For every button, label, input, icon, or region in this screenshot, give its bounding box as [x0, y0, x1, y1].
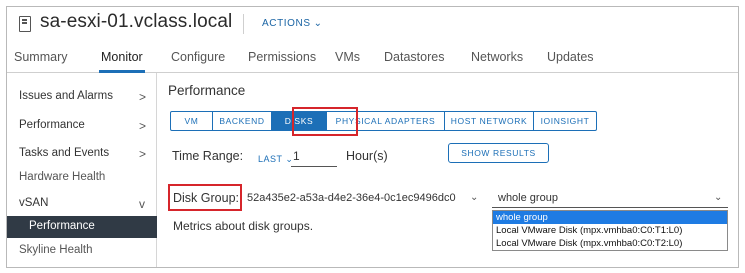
view-ioinsight-button[interactable]: IOINSIGHT: [534, 112, 596, 130]
sidebar-item-hardware-health[interactable]: Hardware Health: [19, 171, 105, 183]
sidebar-item-label: Performance: [29, 220, 95, 232]
sidebar-item-label: Performance: [19, 119, 85, 131]
disk-group-select[interactable]: 52a435e2-a53a-d4e2-36e4-0c1ec9496dc0 ⌄: [247, 188, 484, 208]
chevron-down-icon: v: [139, 197, 145, 211]
chevron-down-icon: ⌄: [313, 18, 323, 29]
view-host-network-button[interactable]: HOST NETWORK: [445, 112, 534, 130]
view-backend-button[interactable]: BACKEND: [213, 112, 272, 130]
sidebar-item-vsan-performance[interactable]: Performance: [7, 216, 157, 238]
page-title: Performance: [168, 83, 246, 98]
actions-label: ACTIONS: [262, 18, 311, 29]
host-server-icon: [19, 16, 31, 32]
tab-summary[interactable]: Summary: [14, 50, 67, 64]
metrics-description: Metrics about disk groups.: [173, 219, 314, 233]
tab-vms[interactable]: VMs: [335, 50, 360, 64]
time-range-mode-value: LAST: [258, 154, 283, 164]
time-range-value-input[interactable]: 1: [291, 148, 337, 167]
show-results-button[interactable]: SHOW RESULTS: [448, 143, 549, 163]
actions-menu-button[interactable]: ACTIONS ⌄: [262, 18, 323, 29]
view-physical-adapters-button[interactable]: PHYSICAL ADAPTERS: [327, 112, 445, 130]
chevron-right-icon: >: [139, 90, 147, 104]
chevron-right-icon: >: [139, 147, 147, 161]
view-vm-button[interactable]: VM: [171, 112, 213, 130]
view-disks-button[interactable]: DISKS: [272, 112, 327, 130]
tab-datastores[interactable]: Datastores: [384, 50, 444, 64]
disk-group-value: 52a435e2-a53a-d4e2-36e4-0c1ec9496dc0: [247, 192, 456, 204]
sidebar-item-skyline-health[interactable]: Skyline Health: [19, 244, 93, 256]
header-divider: [243, 14, 244, 34]
disk-filter-dropdown: whole group Local VMware Disk (mpx.vmhba…: [492, 210, 728, 251]
disk-filter-select[interactable]: whole group ⌄: [492, 188, 728, 208]
dropdown-option-whole-group[interactable]: whole group: [493, 211, 727, 224]
sidebar-item-label: Issues and Alarms: [19, 90, 113, 102]
time-range-label: Time Range:: [172, 149, 244, 163]
tab-permissions[interactable]: Permissions: [248, 50, 316, 64]
view-selector: VM BACKEND DISKS PHYSICAL ADAPTERS HOST …: [170, 111, 597, 131]
tab-monitor[interactable]: Monitor: [99, 50, 145, 73]
sidebar-item-label: Tasks and Events: [19, 147, 110, 159]
performance-panel: Performance VM BACKEND DISKS PHYSICAL AD…: [158, 73, 738, 267]
chevron-down-icon: ⌄: [470, 192, 479, 203]
time-range-unit-select[interactable]: Hour(s): [346, 149, 388, 163]
dropdown-option-disk-t2[interactable]: Local VMware Disk (mpx.vmhba0:C0:T2:L0): [493, 237, 727, 250]
object-tabs: Summary Monitor Configure Permissions VM…: [7, 41, 738, 73]
sidebar-item-tasks-and-events[interactable]: Tasks and Events >: [7, 147, 157, 161]
chevron-down-icon: ⌄: [714, 192, 723, 203]
chevron-right-icon: >: [139, 119, 147, 133]
disk-group-label: Disk Group:: [173, 191, 239, 205]
sidebar-item-issues-and-alarms[interactable]: Issues and Alarms >: [7, 90, 157, 104]
dropdown-option-disk-t1[interactable]: Local VMware Disk (mpx.vmhba0:C0:T1:L0): [493, 224, 727, 237]
sidebar-item-label: vSAN: [19, 197, 49, 209]
monitor-sidebar: Issues and Alarms > Performance > Tasks …: [7, 73, 157, 267]
sidebar-group-vsan[interactable]: vSAN v: [7, 197, 157, 211]
host-title: sa-esxi-01.vclass.local: [40, 11, 233, 32]
time-range-mode-select[interactable]: LAST ⌄: [258, 154, 293, 165]
sidebar-item-performance[interactable]: Performance >: [7, 119, 157, 133]
host-monitor-panel: sa-esxi-01.vclass.local ACTIONS ⌄ Summary…: [6, 6, 739, 268]
tab-networks[interactable]: Networks: [471, 50, 523, 64]
tab-configure[interactable]: Configure: [171, 50, 225, 64]
host-header: sa-esxi-01.vclass.local ACTIONS ⌄: [7, 7, 738, 41]
disk-filter-value: whole group: [498, 192, 558, 204]
tab-updates[interactable]: Updates: [547, 50, 594, 64]
